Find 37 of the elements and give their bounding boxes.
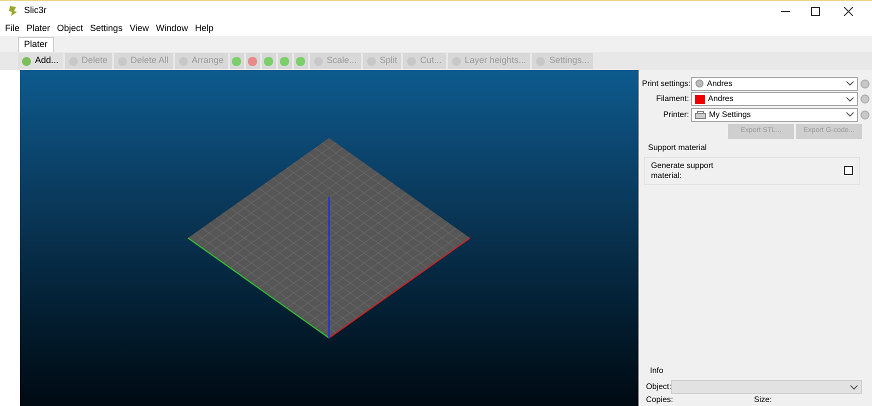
chevron-down-icon [846,112,854,118]
menu-item[interactable]: View [130,22,149,36]
section-title: Info [650,365,664,377]
preset-label: Filament: [655,93,690,106]
window-title: Slic3r [24,4,47,18]
chevron-down-icon [846,96,854,102]
preset-dropdown[interactable]: My Settings [691,108,858,122]
menu-item[interactable]: Plater [26,22,50,36]
preset-value: My Settings [709,108,752,121]
section-title: Support material [648,142,708,154]
object-dropdown[interactable] [671,380,862,394]
preset-value: Andres [707,78,734,90]
toolbar-button[interactable]: Add... [18,53,63,69]
option-label: Generate support material: [651,160,714,180]
printer-icon [695,110,706,119]
preset-label: Printer: [662,108,690,121]
field-label: Copies: [646,394,674,406]
preset-dropdown[interactable]: Andres [691,92,858,106]
checkbox[interactable] [844,166,853,175]
menu-item[interactable]: Settings [90,22,123,36]
field-label: Object: [646,381,672,393]
minimize-icon [780,10,790,12]
app-logo-icon [8,5,18,17]
chevron-down-icon [846,81,854,86]
preset-label: Print settings: [642,78,691,90]
3d-viewport[interactable] [20,70,638,406]
preset-value: Andres [708,93,734,106]
tab[interactable]: Plater [18,37,54,52]
field-label: Size: [754,394,772,406]
close-icon [844,6,852,16]
chevron-down-icon [850,384,858,390]
maximize-icon [810,6,820,16]
preset-dropdown[interactable]: Andres [691,76,858,91]
menu-item[interactable]: Window [156,22,188,36]
menu-item[interactable]: File [5,22,20,36]
menu-item[interactable]: Help [194,22,214,36]
menu-item[interactable]: Object [57,22,84,36]
